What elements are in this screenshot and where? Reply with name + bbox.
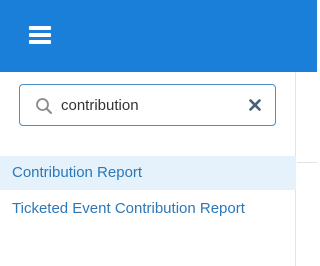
- top-bar: [0, 0, 317, 72]
- divider: [297, 162, 317, 163]
- result-ticketed-event-contribution-report[interactable]: Ticketed Event Contribution Report: [0, 192, 296, 226]
- result-contribution-report[interactable]: Contribution Report: [0, 156, 296, 190]
- main-content: [297, 72, 317, 266]
- close-icon[interactable]: [248, 98, 262, 112]
- hamburger-menu-icon: [29, 26, 51, 30]
- search-box: [19, 84, 276, 126]
- search-results: Contribution Report Ticketed Event Contr…: [0, 156, 296, 226]
- search-icon: [36, 98, 52, 114]
- search-input[interactable]: [61, 91, 241, 119]
- sidebar: Contribution Report Ticketed Event Contr…: [0, 72, 296, 266]
- hamburger-menu-button[interactable]: [23, 22, 57, 50]
